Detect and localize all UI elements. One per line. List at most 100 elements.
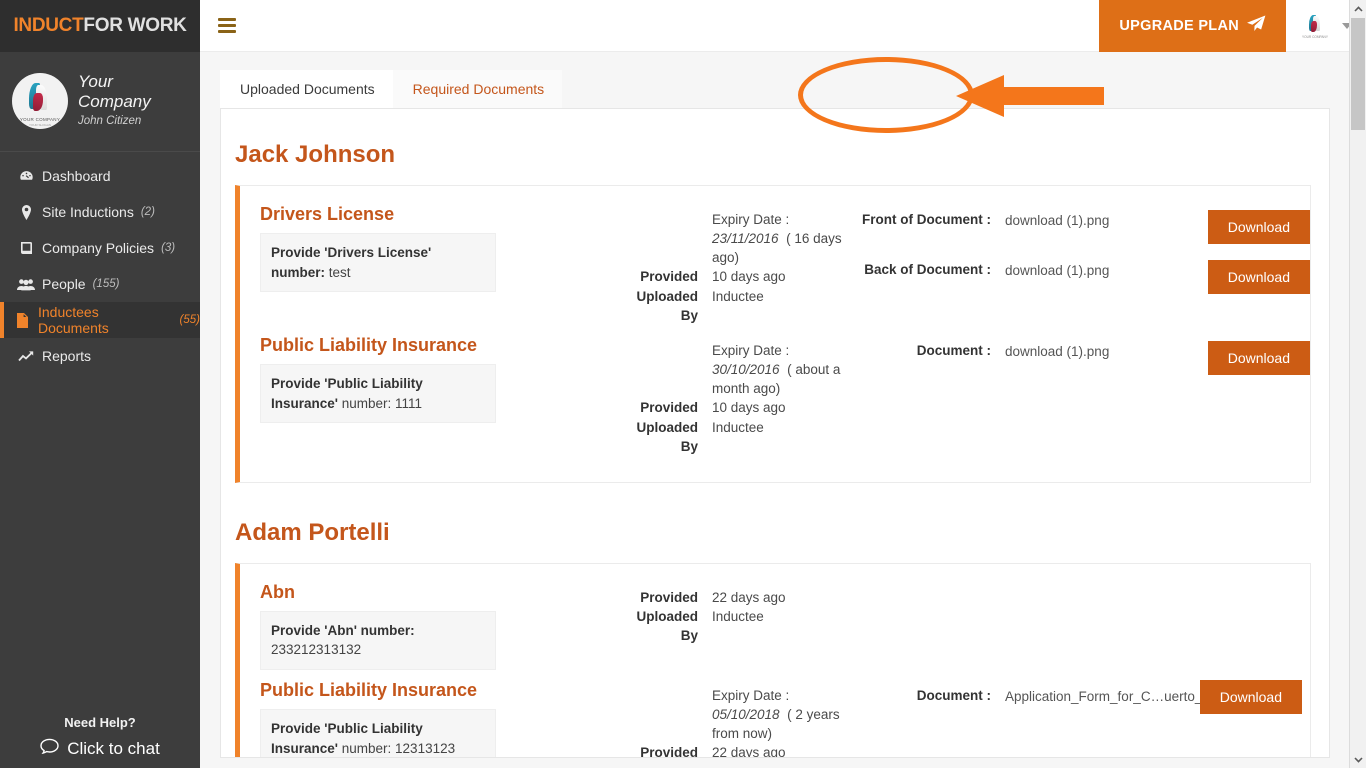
- sidebar-item-site-inductions[interactable]: Site Inductions (2): [0, 194, 200, 230]
- document-note-label: Provide 'Abn' number:: [271, 622, 415, 638]
- document-files: [855, 582, 1310, 588]
- documents-panel: Jack Johnson Drivers License Provide 'Dr…: [220, 108, 1330, 758]
- brand-text: INDUCTFOR WORK: [13, 15, 186, 37]
- sidebar-item-count: (55): [179, 314, 200, 326]
- provided-value: 22 days ago: [712, 589, 786, 605]
- upgrade-plan-button[interactable]: UPGRADE PLAN: [1099, 0, 1286, 52]
- topbar-right: UPGRADE PLAN YOUR COMPANY: [1099, 0, 1366, 52]
- document-meta: Expiry Date : 30/10/2016 ( about a month…: [620, 335, 855, 456]
- file-label: Back of Document :: [864, 262, 991, 277]
- scroll-down-button[interactable]: [1350, 751, 1366, 768]
- download-button[interactable]: Download: [1199, 680, 1302, 714]
- help-title: Need Help?: [64, 715, 136, 730]
- hamburger-icon[interactable]: [218, 15, 236, 36]
- document-note-value: test: [328, 264, 351, 280]
- document-row: Abn Provide 'Abn' number: 233212313132 P…: [240, 578, 1310, 676]
- click-to-chat-label: Click to chat: [67, 739, 160, 758]
- uploaded-by-label: Uploaded By: [636, 419, 698, 454]
- sidebar: INDUCTFOR WORK YOUR COMPANY YOUR SLOGAN …: [0, 0, 200, 768]
- tab-uploaded-documents[interactable]: Uploaded Documents: [220, 70, 393, 108]
- file-label: Document :: [916, 342, 991, 358]
- paper-plane-icon: [1247, 15, 1266, 36]
- person-documents-card: Drivers License Provide 'Drivers License…: [235, 185, 1311, 483]
- topbar: UPGRADE PLAN YOUR COMPANY: [200, 0, 1366, 52]
- uploaded-by-row: Uploaded By Inductee: [620, 287, 855, 325]
- tab-bar: Uploaded Documents Required Documents: [220, 70, 1330, 108]
- document-title: Public Liability Insurance: [260, 334, 478, 355]
- provided-label: Provided: [640, 745, 698, 758]
- sidebar-item-label: People: [42, 276, 86, 292]
- page-title: Jack Johnson: [235, 141, 396, 168]
- provided-row: Provided 22 days ago: [620, 743, 855, 758]
- person-documents-card: Abn Provide 'Abn' number: 233212313132 P…: [235, 562, 1311, 758]
- expiry-date-row: Expiry Date :: [620, 210, 855, 229]
- help-section: Need Help? Click to chat: [0, 715, 200, 760]
- profile-user-name: John Citizen: [78, 115, 142, 128]
- scroll-up-button[interactable]: [1350, 0, 1366, 17]
- sidebar-item-inductees-documents[interactable]: Inductees Documents (55): [0, 302, 200, 338]
- sidebar-item-company-policies[interactable]: Company Policies (3): [0, 230, 200, 266]
- sidebar-item-count: (3): [161, 242, 176, 254]
- download-button[interactable]: Download: [1207, 340, 1310, 375]
- account-logo-caption: YOUR COMPANY: [1302, 34, 1328, 39]
- document-note-label: Provide 'Drivers License' number:: [271, 245, 432, 280]
- chart-line-icon: [16, 350, 36, 363]
- document-left: Abn Provide 'Abn' number: 233212313132: [240, 582, 620, 670]
- document-note-value: number: 1111: [341, 395, 423, 411]
- vertical-scrollbar[interactable]: [1349, 0, 1366, 768]
- brand-logo[interactable]: INDUCTFOR WORK: [0, 0, 200, 52]
- chat-bubble-icon: [40, 738, 67, 760]
- sidebar-item-people[interactable]: People (155): [0, 266, 200, 302]
- expiry-date-value: 23/11/2016: [712, 231, 779, 247]
- expiry-date-title: Expiry Date :: [712, 212, 790, 227]
- scrollbar-thumb[interactable]: [1351, 18, 1365, 130]
- uploaded-by-label: Uploaded By: [636, 609, 698, 644]
- sidebar-profile[interactable]: YOUR COMPANY YOUR SLOGAN Your Company Jo…: [0, 52, 200, 152]
- book-icon: [16, 241, 36, 255]
- main-area: UPGRADE PLAN YOUR COMPANY Uploaded Docum…: [200, 0, 1366, 768]
- document-meta: Expiry Date : 05/10/2018 ( 2 years from …: [620, 680, 855, 758]
- uploaded-by-row: Uploaded By Inductee: [620, 418, 855, 456]
- expiry-date-title: Expiry Date :: [712, 342, 790, 358]
- provided-value: 10 days ago: [712, 400, 786, 416]
- download-button[interactable]: Download: [1207, 260, 1310, 294]
- page-title: Adam Portelli: [235, 518, 390, 546]
- sidebar-item-label: Company Policies: [42, 240, 155, 256]
- account-logo-icon: YOUR COMPANY: [1298, 12, 1332, 40]
- document-note: Provide 'Public Liability Insurance' num…: [260, 709, 496, 757]
- file-row: Front of Document : download (1).png Dow…: [855, 210, 1310, 244]
- document-title: Drivers License: [260, 204, 395, 224]
- uploaded-by-label: Uploaded By: [636, 288, 698, 323]
- file-row: Document : Application_Form_for_C…uerto_…: [855, 680, 1310, 714]
- upgrade-plan-label: UPGRADE PLAN: [1119, 17, 1239, 34]
- document-left: Public Liability Insurance Provide 'Publ…: [240, 334, 620, 424]
- document-title: Abn: [260, 581, 295, 602]
- company-logo-caption: YOUR COMPANY: [19, 116, 61, 122]
- document-row: Drivers License Provide 'Drivers License…: [240, 200, 1310, 331]
- document-note-value: 233212313132: [271, 642, 362, 658]
- document-note: Provide 'Drivers License' number: test: [260, 233, 496, 293]
- document-meta: Provided 22 days ago Uploaded By Inducte…: [620, 582, 855, 645]
- provided-label: Provided: [640, 589, 698, 605]
- brand-name-primary: INDUCT: [13, 15, 84, 36]
- provided-label: Provided: [640, 400, 698, 416]
- dashboard-icon: [16, 169, 36, 184]
- document-left: Public Liability Insurance Provide 'Publ…: [240, 680, 620, 757]
- download-button[interactable]: Download: [1207, 210, 1310, 244]
- document-row: Public Liability Insurance Provide 'Publ…: [240, 676, 1310, 758]
- sidebar-item-label: Site Inductions: [42, 204, 134, 220]
- sidebar-item-label: Inductees Documents: [38, 304, 109, 336]
- tab-required-documents[interactable]: Required Documents: [392, 70, 563, 108]
- provided-value: 22 days ago: [712, 745, 786, 758]
- file-label: Front of Document :: [862, 212, 991, 227]
- sidebar-item-dashboard[interactable]: Dashboard: [0, 158, 200, 194]
- file-row: Document : download (1).png Download: [855, 340, 1310, 375]
- click-to-chat-button[interactable]: Click to chat: [0, 738, 200, 760]
- uploaded-by-row: Uploaded By Inductee: [620, 607, 855, 645]
- sidebar-item-label: Reports: [42, 348, 92, 364]
- uploaded-by-value: Inductee: [712, 288, 764, 304]
- document-left: Drivers License Provide 'Drivers License…: [240, 204, 620, 293]
- sidebar-item-reports[interactable]: Reports: [0, 338, 200, 374]
- document-note-value: number: 12313123: [341, 740, 456, 756]
- document-icon: [12, 312, 32, 328]
